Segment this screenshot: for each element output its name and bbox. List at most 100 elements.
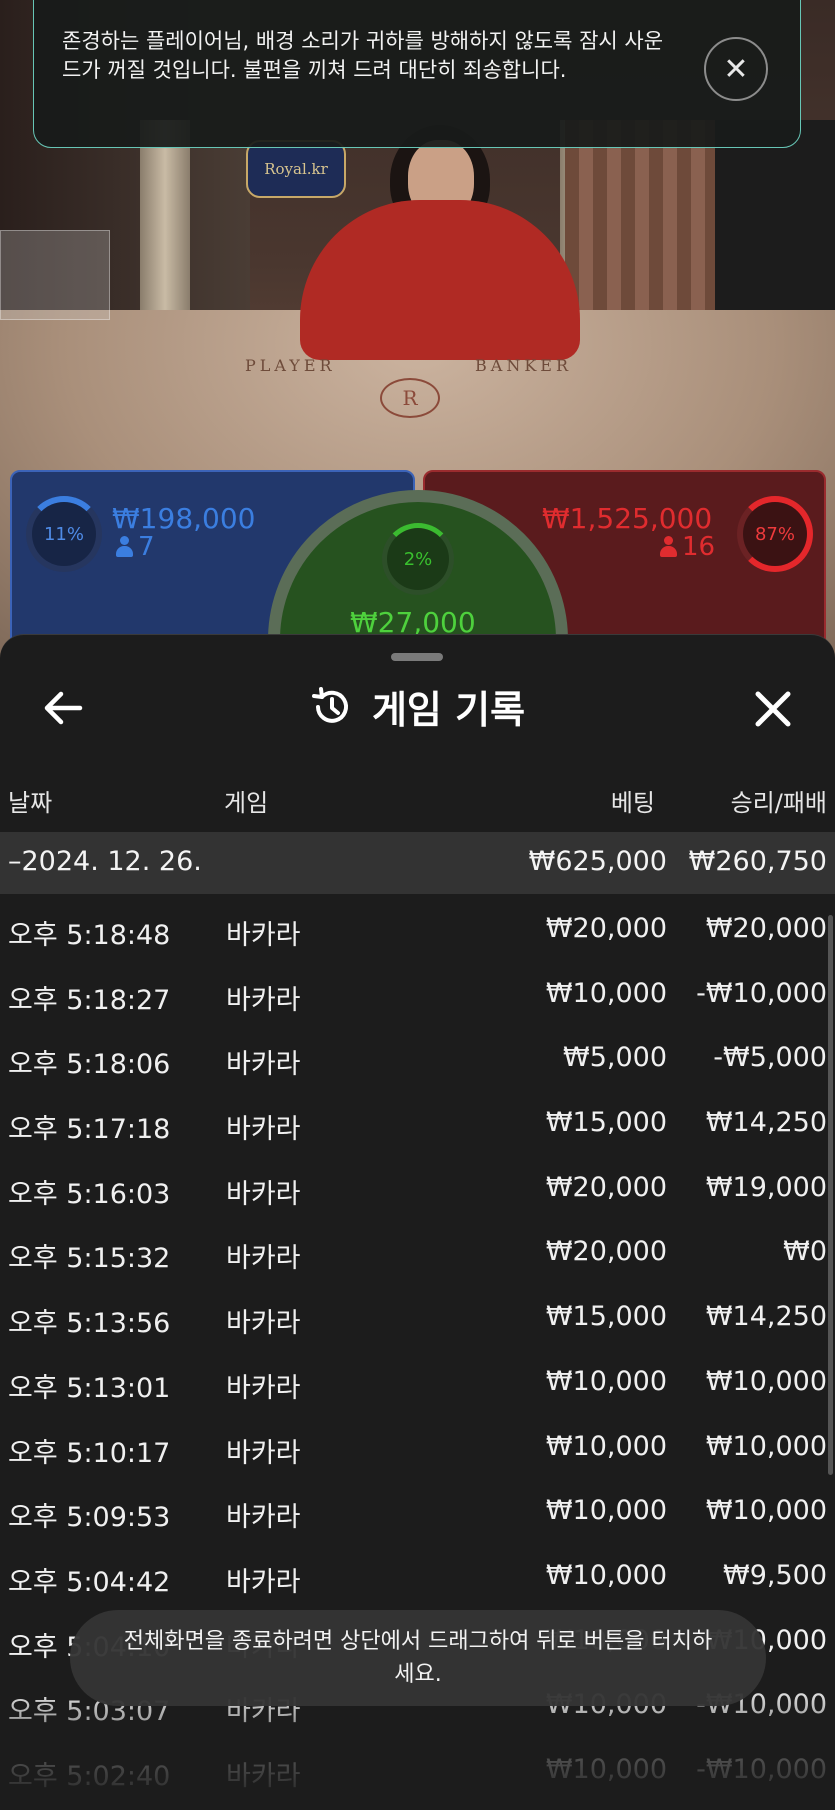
history-scrollbar[interactable]: [828, 915, 833, 1475]
history-row[interactable]: 오후 5:04:42 바카라 ₩10,000 ₩9,500: [0, 1544, 835, 1609]
column-result: 승리/패배: [730, 789, 827, 817]
row-bet: ₩15,000: [545, 1107, 667, 1139]
history-row[interactable]: 오후 5:18:06 바카라 ₩5,000 -₩5,000: [0, 1026, 835, 1091]
row-result: ₩10,000: [705, 1365, 827, 1397]
row-bet: ₩15,000: [545, 1301, 667, 1333]
row-game: 바카라: [226, 1178, 301, 1210]
row-game: 바카라: [226, 1243, 301, 1275]
row-time: 오후 5:18:48: [8, 920, 171, 951]
row-game: 바카라: [226, 1437, 301, 1469]
row-time: 오후 5:18:06: [8, 1049, 171, 1081]
row-bet: ₩20,000: [545, 913, 667, 944]
row-bet: ₩10,000: [545, 1753, 667, 1785]
group-bet-total: ₩625,000: [528, 846, 667, 877]
sheet-drag-handle[interactable]: [391, 653, 443, 661]
person-icon: [116, 536, 133, 558]
notice-close-button[interactable]: ✕: [704, 37, 768, 101]
row-result: -₩5,000: [713, 1042, 827, 1074]
row-result: ₩9,500: [723, 1559, 827, 1591]
history-row[interactable]: 오후 5:16:03 바카라 ₩20,000 ₩19,000: [0, 1156, 835, 1221]
sheet-title: 게임 기록: [371, 688, 526, 732]
close-sheet-button[interactable]: [747, 683, 799, 735]
row-game: 바카라: [226, 1308, 301, 1340]
row-time: 오후 5:16:03: [8, 1178, 171, 1210]
casino-logo: Royal.kr: [246, 140, 346, 198]
row-bet: ₩10,000: [545, 977, 667, 1009]
row-bet: ₩10,000: [545, 1365, 667, 1397]
history-clock-icon: [311, 686, 348, 723]
toast-message: 전체화면을 종료하려면 상단에서 드래그하여 뒤로 버튼을 터치하세요.: [123, 1629, 713, 1687]
row-result: ₩10,000: [705, 1430, 827, 1462]
row-game: 바카라: [226, 1502, 301, 1534]
history-row[interactable]: 오후 5:02:40 바카라 ₩10,000 -₩10,000: [0, 1738, 835, 1803]
video-curtain: [565, 120, 715, 340]
row-game: 바카라: [226, 1760, 301, 1792]
table-banker-label: BANKER: [475, 356, 572, 375]
notice-message: 존경하는 플레이어님, 배경 소리가 귀하를 방해하지 않도록 잠시 사운드가 …: [62, 29, 664, 82]
row-result: ₩0: [783, 1236, 827, 1268]
table-player-label: PLAYER: [245, 356, 336, 375]
row-time: 오후 5:10:17: [8, 1437, 171, 1469]
banker-count: 16: [660, 532, 715, 562]
row-bet: ₩20,000: [545, 1171, 667, 1203]
video-pillar: [140, 120, 190, 340]
row-time: 오후 5:15:32: [8, 1243, 171, 1275]
history-table-header: 날짜 게임 베팅 승리/패배: [0, 775, 835, 823]
history-row[interactable]: 오후 5:09:53 바카라 ₩10,000 ₩10,000: [0, 1479, 835, 1544]
row-time: 오후 5:17:18: [8, 1114, 171, 1146]
row-time: 오후 5:13:56: [8, 1308, 171, 1340]
banker-bet-amount: ₩1,525,000: [542, 502, 713, 535]
row-result: ₩20,000: [705, 913, 827, 944]
history-row[interactable]: 오후 5:13:56 바카라 ₩15,000 ₩14,250: [0, 1285, 835, 1350]
table-crest: R: [380, 378, 440, 418]
date-group-row[interactable]: –2024. 12. 26. ₩625,000 ₩260,750: [0, 832, 835, 894]
banker-percent-ring: 87%: [737, 496, 813, 572]
row-game: 바카라: [226, 1049, 301, 1081]
sound-notice-banner: 존경하는 플레이어님, 배경 소리가 귀하를 방해하지 않도록 잠시 사운드가 …: [33, 0, 801, 148]
column-date: 날짜: [8, 789, 53, 817]
group-result-total: ₩260,750: [688, 846, 827, 877]
row-game: 바카라: [226, 984, 301, 1016]
row-bet: ₩5,000: [563, 1042, 667, 1074]
column-bet: 베팅: [610, 789, 655, 817]
row-game: 바카라: [226, 1372, 301, 1404]
player-percent-ring: 11%: [26, 496, 102, 572]
row-time: 오후 5:02:40: [8, 1760, 171, 1792]
row-result: ₩14,250: [705, 1107, 827, 1139]
row-time: 오후 5:18:27: [8, 984, 171, 1016]
close-icon: [755, 691, 791, 727]
banker-count-value: 16: [682, 532, 716, 562]
row-bet: ₩10,000: [545, 1559, 667, 1591]
row-game: 바카라: [226, 1566, 301, 1598]
column-game: 게임: [224, 789, 269, 817]
history-row[interactable]: 오후 5:13:01 바카라 ₩10,000 ₩10,000: [0, 1350, 835, 1415]
row-bet: ₩20,000: [545, 1236, 667, 1268]
card-discard-box: [0, 230, 110, 320]
row-time: 오후 5:09:53: [8, 1502, 171, 1534]
history-row[interactable]: 오후 5:18:27 바카라 ₩10,000 -₩10,000: [0, 962, 835, 1027]
row-time: 오후 5:04:42: [8, 1566, 171, 1598]
row-result: ₩10,000: [705, 1495, 827, 1527]
history-row[interactable]: 오후 5:10:17 바카라 ₩10,000 ₩10,000: [0, 1415, 835, 1480]
row-result: ₩14,250: [705, 1301, 827, 1333]
player-bet-amount: ₩198,000: [112, 502, 256, 535]
fullscreen-toast: 전체화면을 종료하려면 상단에서 드래그하여 뒤로 버튼을 터치하세요.: [70, 1610, 766, 1706]
group-date: –2024. 12. 26.: [8, 846, 202, 877]
row-game: 바카라: [226, 920, 301, 951]
player-count-value: 7: [138, 532, 155, 562]
close-icon: ✕: [723, 51, 749, 87]
history-row[interactable]: 오후 5:17:18 바카라 ₩15,000 ₩14,250: [0, 1091, 835, 1156]
row-bet: ₩10,000: [545, 1495, 667, 1527]
person-icon: [660, 536, 677, 558]
history-row[interactable]: 오후 5:15:32 바카라 ₩20,000 ₩0: [0, 1220, 835, 1285]
player-count: 7: [116, 532, 155, 562]
dealer: [300, 200, 580, 360]
row-game: 바카라: [226, 1114, 301, 1146]
tie-percent-ring: 2%: [382, 523, 454, 595]
row-result: ₩19,000: [705, 1171, 827, 1203]
row-result: -₩10,000: [696, 1753, 827, 1785]
row-result: -₩10,000: [696, 977, 827, 1009]
history-row[interactable]: 오후 5:18:48 바카라 ₩20,000 ₩20,000: [0, 897, 835, 962]
sheet-header: 게임 기록: [0, 679, 835, 734]
row-bet: ₩10,000: [545, 1430, 667, 1462]
